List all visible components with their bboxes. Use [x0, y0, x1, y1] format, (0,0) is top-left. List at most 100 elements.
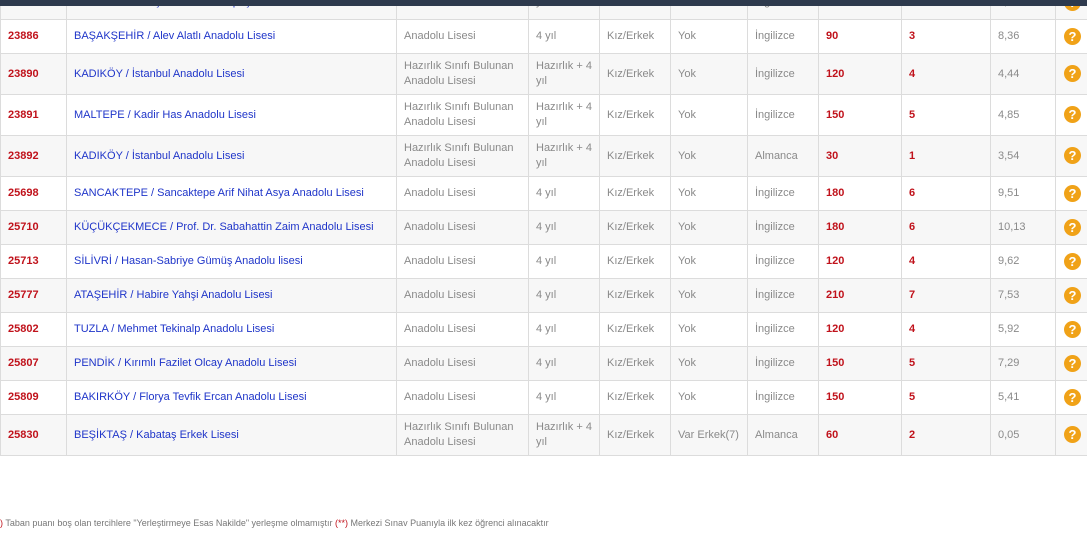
school-name-link[interactable]: BAKIRKÖY / Florya Tevfik Ercan Anadolu L…: [74, 391, 307, 403]
school-type-cell: Hazırlık Sınıfı Bulunan Anadolu Lisesi: [396, 135, 529, 177]
school-type-cell: Hazırlık Sınıfı Bulunan Anadolu Lisesi: [396, 414, 529, 456]
school-name-link[interactable]: PENDİK / Kırımlı Fazilet Olcay Anadolu L…: [74, 357, 297, 369]
boarding-cell: Yok: [670, 210, 748, 245]
help-cell: ?: [1055, 176, 1087, 211]
duration-cell: 4 yıl: [528, 244, 600, 279]
school-code-cell: 25777: [0, 278, 67, 313]
score-cell: 8,36: [990, 19, 1056, 54]
question-mark-icon[interactable]: ?: [1064, 388, 1081, 406]
language-cell: İngilizce: [747, 312, 819, 347]
school-name-link[interactable]: KÜÇÜKÇEKMECE / Prof. Dr. Sabahattin Zaim…: [74, 221, 374, 233]
table-row: 25802 TUZLA / Mehmet Tekinalp Anadolu Lis…: [0, 312, 1087, 347]
school-name-link[interactable]: BAŞAKŞEHİR / Alev Alatlı Anadolu Lisesi: [74, 30, 275, 42]
quota-cell: 30: [818, 135, 902, 177]
quota-count-cell: 7: [901, 278, 991, 313]
table-row: 23886 BAŞAKŞEHİR / Alev Alatlı Anadolu Li…: [0, 19, 1087, 54]
school-type-cell: Anadolu Lisesi: [396, 176, 529, 211]
question-mark-icon[interactable]: ?: [1064, 106, 1081, 123]
quota-cell: 120: [818, 53, 902, 95]
language-cell: İngilizce: [747, 210, 819, 245]
score-cell: 9,62: [990, 244, 1056, 279]
quota-cell: 150: [818, 94, 902, 136]
language-cell: İngilizce: [747, 380, 819, 415]
school-code-cell: 25698: [0, 176, 67, 211]
school-code-cell: 23891: [0, 94, 67, 136]
question-mark-icon[interactable]: ?: [1064, 354, 1081, 372]
school-name-cell: SİLİVRİ / Hasan-Sabriye Gümüş Anadolu li…: [66, 244, 397, 279]
boarding-cell: Yok: [670, 380, 748, 415]
question-mark-icon[interactable]: ?: [1064, 252, 1081, 270]
score-cell: 7,29: [990, 346, 1056, 381]
quota-cell: 120: [818, 312, 902, 347]
quota-cell: 120: [818, 244, 902, 279]
footnote-text-1: Taban puanı boş olan tercihlere "Yerleşt…: [3, 518, 336, 528]
school-name-link[interactable]: KADIKÖY / İstanbul Anadolu Lisesi: [74, 68, 244, 80]
duration-cell: 4 yıl: [528, 19, 600, 54]
help-cell: ?: [1055, 244, 1087, 279]
question-mark-icon[interactable]: ?: [1064, 147, 1081, 164]
boarding-cell: Yok: [670, 244, 748, 279]
school-code-cell: 25710: [0, 210, 67, 245]
language-cell: Almanca: [747, 135, 819, 177]
school-name-link[interactable]: BEŞİKTAŞ / Kabataş Erkek Lisesi: [74, 429, 239, 441]
gender-cell: Kız/Erkek: [599, 414, 671, 456]
gender-cell: Kız/Erkek: [599, 380, 671, 415]
duration-cell: 4 yıl: [528, 312, 600, 347]
quota-cell: 90: [818, 19, 902, 54]
boarding-cell: Var Erkek(7): [670, 414, 748, 456]
school-code-cell: 25807: [0, 346, 67, 381]
gender-cell: Kız/Erkek: [599, 94, 671, 136]
help-cell: ?: [1055, 210, 1087, 245]
school-name-link[interactable]: MALTEPE / Kadir Has Anadolu Lisesi: [74, 109, 256, 121]
school-type-cell: Anadolu Lisesi: [396, 312, 529, 347]
school-code-cell: 25802: [0, 312, 67, 347]
school-type-cell: Anadolu Lisesi: [396, 380, 529, 415]
language-cell: İngilizce: [747, 278, 819, 313]
language-cell: İngilizce: [747, 244, 819, 279]
school-name-link[interactable]: ATAŞEHİR / Habire Yahşi Anadolu Lisesi: [74, 289, 273, 301]
quota-count-cell: 5: [901, 94, 991, 136]
question-mark-icon[interactable]: ?: [1064, 184, 1081, 202]
language-cell: İngilizce: [747, 19, 819, 54]
help-cell: ?: [1055, 19, 1087, 54]
boarding-cell: Yok: [670, 53, 748, 95]
help-cell: ?: [1055, 53, 1087, 95]
school-name-link[interactable]: TUZLA / Mehmet Tekinalp Anadolu Lisesi: [74, 323, 274, 335]
quota-count-cell: 2: [901, 414, 991, 456]
score-cell: 3,54: [990, 135, 1056, 177]
school-type-cell: Anadolu Lisesi: [396, 346, 529, 381]
question-mark-icon[interactable]: ?: [1064, 286, 1081, 304]
question-mark-icon[interactable]: ?: [1064, 320, 1081, 338]
table-row: 23890 KADIKÖY / İstanbul Anadolu Lisesi Ha…: [0, 53, 1087, 95]
school-name-link[interactable]: SİLİVRİ / Hasan-Sabriye Gümüş Anadolu li…: [74, 255, 303, 267]
duration-cell: 4 yıl: [528, 346, 600, 381]
question-mark-icon[interactable]: ?: [1064, 426, 1081, 443]
boarding-cell: Yok: [670, 19, 748, 54]
table-row: 25777 ATAŞEHİR / Habire Yahşi Anadolu Lis…: [0, 278, 1087, 313]
quota-cell: 210: [818, 278, 902, 313]
question-mark-icon[interactable]: ?: [1064, 218, 1081, 236]
help-cell: ?: [1055, 135, 1087, 177]
school-name-link[interactable]: KADIKÖY / İstanbul Anadolu Lisesi: [74, 150, 244, 162]
quota-count-cell: 6: [901, 210, 991, 245]
question-mark-icon[interactable]: ?: [1064, 27, 1081, 45]
quota-cell: 180: [818, 176, 902, 211]
school-name-link[interactable]: SANCAKTEPE / Sancaktepe Arif Nihat Asya …: [74, 187, 364, 199]
help-cell: ?: [1055, 380, 1087, 415]
school-name-cell: BAKIRKÖY / Florya Tevfik Ercan Anadolu L…: [66, 380, 397, 415]
question-mark-icon[interactable]: ?: [1064, 65, 1081, 82]
school-type-cell: Hazırlık Sınıfı Bulunan Anadolu Lisesi: [396, 53, 529, 95]
school-name-cell: TUZLA / Mehmet Tekinalp Anadolu Lisesi: [66, 312, 397, 347]
quota-cell: 150: [818, 346, 902, 381]
school-type-cell: Anadolu Lisesi: [396, 244, 529, 279]
quota-cell: 150: [818, 380, 902, 415]
quota-count-cell: 5: [901, 380, 991, 415]
help-cell: ?: [1055, 94, 1087, 136]
language-cell: Almanca: [747, 414, 819, 456]
table-row: 23892 KADIKÖY / İstanbul Anadolu Lisesi Ha…: [0, 135, 1087, 177]
school-type-cell: Anadolu Lisesi: [396, 19, 529, 54]
gender-cell: Kız/Erkek: [599, 244, 671, 279]
table-row: 25809 BAKIRKÖY / Florya Tevfik Ercan Anad…: [0, 380, 1087, 415]
duration-cell: 4 yıl: [528, 176, 600, 211]
boarding-cell: Yok: [670, 94, 748, 136]
